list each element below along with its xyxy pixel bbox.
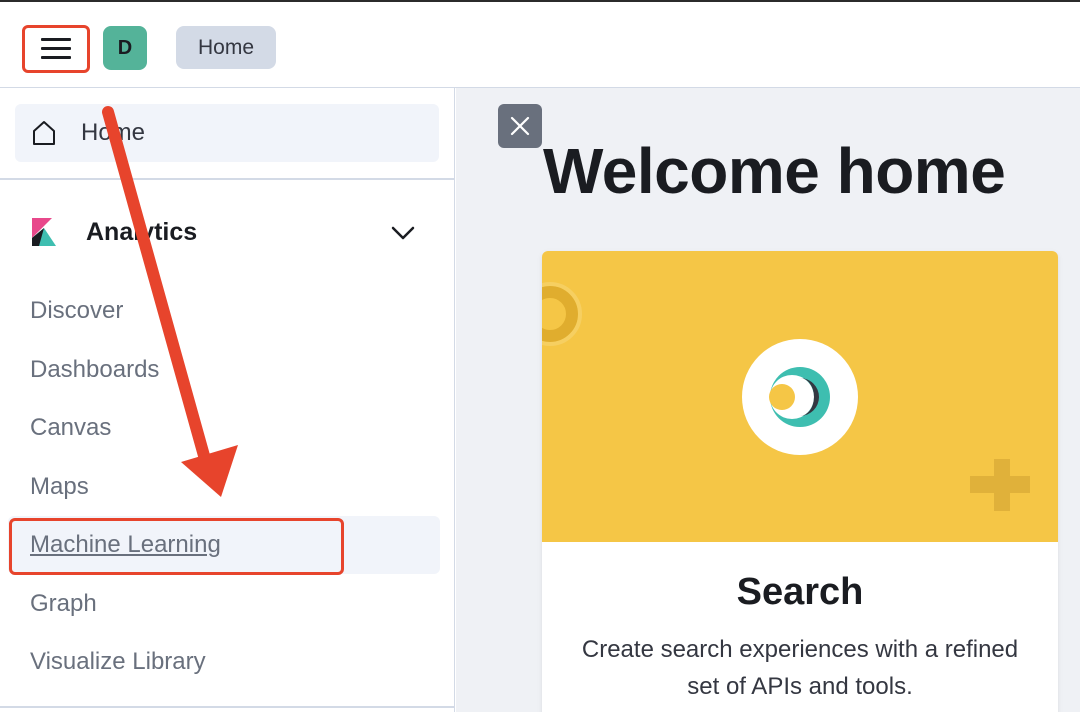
menu-toggle-button[interactable] [22,25,90,73]
breadcrumb-home[interactable]: Home [176,26,277,69]
nav-home[interactable]: Home [15,104,439,162]
nav-canvas-label: Canvas [30,414,112,441]
kibana-logo-icon [32,218,56,246]
page-title: Welcome home [543,135,1006,207]
close-nav-button[interactable] [498,104,542,148]
card-description: Create search experiences with a refined… [581,636,1019,700]
main-content: Welcome home Search Create search experi… [456,88,1080,712]
nav-graph[interactable]: Graph [8,575,440,633]
close-icon [510,116,530,136]
divider [0,178,455,180]
card-illustration [542,282,1030,511]
space-avatar[interactable]: D [103,26,147,70]
home-icon [33,121,55,145]
analytics-group-header[interactable]: Analytics [0,203,455,261]
nav-dashboards[interactable]: Dashboards [8,341,440,399]
nav-graph-label: Graph [30,590,97,617]
card-banner [542,251,1058,542]
chevron-down-icon[interactable] [389,219,417,247]
hamburger-icon [41,38,71,60]
nav-home-label: Home [81,119,146,146]
card-title: Search [736,571,864,613]
nav-maps-label: Maps [30,473,89,500]
nav-discover[interactable]: Discover [8,282,440,340]
nav-machine-learning-label: Machine Learning [30,531,221,558]
divider [0,706,455,708]
top-bar: D Home [0,0,1080,88]
nav-visualize-library-label: Visualize Library [30,648,206,675]
search-solution-card[interactable]: Search Create search experiences with a … [542,251,1058,712]
nav-discover-label: Discover [30,297,124,324]
nav-maps[interactable]: Maps [8,458,440,516]
nav-dashboards-label: Dashboards [30,356,160,383]
side-nav: Home Analytics Discover Dashboards Canva… [0,88,455,712]
analytics-group-title: Analytics [86,217,198,246]
nav-machine-learning[interactable]: Machine Learning [8,516,440,574]
nav-visualize-library[interactable]: Visualize Library [8,633,440,691]
nav-canvas[interactable]: Canvas [8,399,440,457]
